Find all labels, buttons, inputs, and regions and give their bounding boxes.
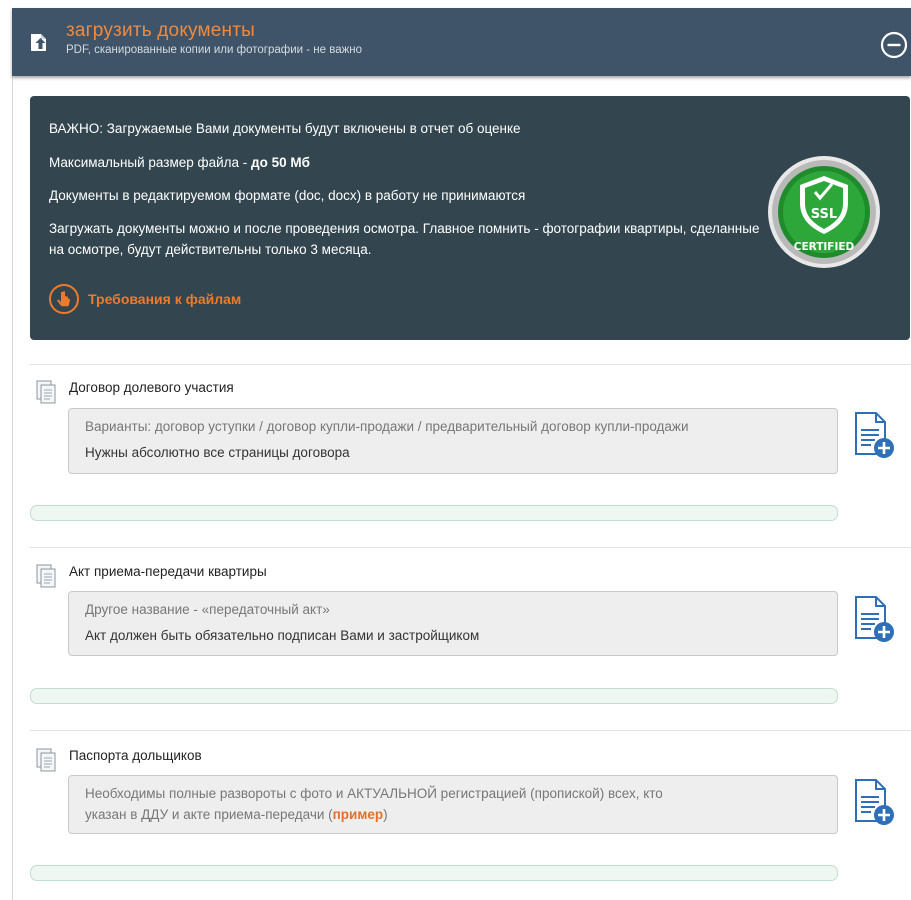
upload-progress-bar <box>30 505 838 521</box>
add-file-icon[interactable] <box>850 777 896 827</box>
info-max-size-text: Максимальный размер файла - до 50 Мб <box>49 155 310 170</box>
section-note: Нужны абсолютно все страницы договора <box>85 445 350 460</box>
pointer-hand-icon <box>49 284 79 314</box>
panel-subtitle: PDF, сканированные копии или фотографии … <box>66 44 363 56</box>
documents-icon <box>36 748 56 772</box>
collapse-icon[interactable] <box>879 30 909 60</box>
upload-file-icon <box>31 34 46 51</box>
documents-icon <box>36 380 56 404</box>
ssl-badge-text: SSL <box>811 207 837 222</box>
upload-progress-bar <box>30 865 838 881</box>
info-box: ВАЖНО: Загружаемые Вами документы будут … <box>30 96 910 340</box>
ssl-badge-caption: CERTIFIED <box>794 241 855 253</box>
add-file-icon[interactable] <box>850 594 896 644</box>
info-important-text: ВАЖНО: Загружаемые Вами документы будут … <box>49 121 521 136</box>
section-description-act: Другое название - «передаточный акт» Акт… <box>68 591 838 656</box>
ssl-certified-badge: SSL CERTIFIED <box>768 156 880 268</box>
section-hint-line2: указан в ДДУ и акте приема-передачи (при… <box>85 807 388 822</box>
documents-icon <box>36 564 56 588</box>
section-hint: Варианты: договор уступки / договор купл… <box>85 419 689 434</box>
file-requirements-link[interactable]: Требования к файлам <box>48 283 241 315</box>
example-link[interactable]: пример <box>333 807 383 822</box>
file-requirements-label: Требования к файлам <box>88 291 242 307</box>
panel-title: загрузить документы <box>66 20 256 41</box>
section-divider <box>30 364 911 365</box>
upload-progress-bar <box>30 688 838 704</box>
panel-header: загрузить документы PDF, сканированные к… <box>12 8 911 76</box>
info-inspection-text: Загружать документы можно и после провед… <box>49 221 760 257</box>
section-hint: Необходимы полные развороты с фото и АКТ… <box>85 786 663 801</box>
section-title-ddu: Договор долевого участия <box>69 380 234 395</box>
section-hint: Другое название - «передаточный акт» <box>85 602 330 617</box>
section-title-passports: Паспорта дольщиков <box>69 748 202 763</box>
section-description-passports: Необходимы полные развороты с фото и АКТ… <box>68 775 838 834</box>
add-file-icon[interactable] <box>850 410 896 460</box>
section-title-act: Акт приема-передачи квартиры <box>69 564 267 579</box>
section-note: Акт должен быть обязательно подписан Вам… <box>85 628 480 643</box>
section-divider <box>30 547 911 548</box>
section-divider <box>30 730 911 731</box>
info-format-text: Документы в редактируемом формате (doc, … <box>49 188 526 203</box>
section-description-ddu: Варианты: договор уступки / договор купл… <box>68 408 838 474</box>
